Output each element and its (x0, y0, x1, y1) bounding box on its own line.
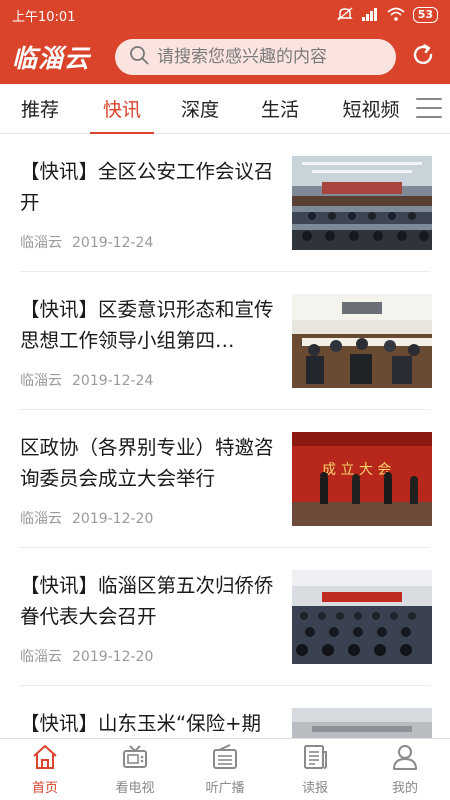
news-title: 区政协（各界别专业）特邀咨询委员会成立大会举行 (20, 436, 274, 490)
news-title: 【快讯】区委意识形态和宣传思想工作领导小组第四… (20, 298, 274, 352)
news-thumbnail (292, 570, 432, 664)
status-icons: 53 (336, 7, 438, 23)
refresh-button[interactable] (408, 42, 438, 72)
tab-label: 快讯 (102, 99, 141, 121)
tab-label: 短视频 (342, 99, 400, 121)
home-icon (31, 744, 59, 777)
news-thumbnail (292, 708, 432, 738)
wifi-icon (387, 7, 405, 23)
news-item[interactable]: 区政协（各界别专业）特邀咨询委员会成立大会举行 临淄云 2019-12-20 成 … (20, 410, 432, 548)
nav-label: 首页 (31, 780, 58, 796)
news-source: 临淄云 (20, 649, 62, 665)
news-thumbnail (292, 156, 432, 250)
tab-news-flash[interactable]: 快讯 (84, 84, 160, 134)
tab-life[interactable]: 生活 (252, 84, 308, 134)
tab-short-video[interactable]: 短视频 (334, 84, 408, 134)
mute-icon (336, 7, 353, 23)
status-time: 上午10:01 (12, 9, 76, 25)
news-title: 【快讯】全区公安工作会议召开 (20, 160, 274, 214)
news-source: 临淄云 (20, 373, 62, 389)
tab-label: 推荐 (20, 99, 59, 121)
bottom-navigation: 首页 看电视 听广播 读报 我的 (0, 738, 450, 800)
radio-icon (211, 743, 239, 777)
news-title: 【快讯】山东玉米“保险+期 (20, 712, 261, 735)
news-item[interactable]: 【快讯】山东玉米“保险+期 (20, 686, 432, 738)
app-header: 临淄云 (0, 30, 450, 84)
battery-indicator: 53 (412, 7, 438, 23)
tab-label: 深度 (180, 99, 219, 121)
news-thumbnail: 成 立 大 会 (292, 432, 432, 526)
news-date: 2019-12-24 (72, 235, 154, 251)
nav-radio[interactable]: 听广播 (180, 739, 270, 800)
nav-newspaper[interactable]: 读报 (270, 739, 360, 800)
nav-label: 我的 (391, 780, 418, 796)
search-bar[interactable] (115, 39, 397, 75)
nav-label: 读报 (301, 780, 328, 796)
news-thumbnail (292, 294, 432, 388)
search-icon (129, 45, 149, 69)
news-item[interactable]: 【快讯】区委意识形态和宣传思想工作领导小组第四… 临淄云 2019-12-24 (20, 272, 432, 410)
tv-icon (121, 744, 149, 777)
signal-icon (361, 7, 379, 23)
news-item[interactable]: 【快讯】全区公安工作会议召开 临淄云 2019-12-24 (20, 134, 432, 272)
status-bar: 上午10:01 53 (0, 0, 450, 30)
news-title: 【快讯】临淄区第五次归侨侨眷代表大会召开 (20, 574, 274, 628)
channel-tab-bar: 推荐 快讯 深度 生活 短视频 (0, 84, 450, 134)
newspaper-icon (301, 744, 329, 777)
nav-tv[interactable]: 看电视 (90, 739, 180, 800)
news-date: 2019-12-24 (72, 373, 154, 389)
profile-icon (391, 744, 419, 777)
nav-label: 看电视 (115, 780, 155, 796)
tab-in-depth[interactable]: 深度 (172, 84, 228, 134)
news-date: 2019-12-20 (72, 511, 154, 527)
nav-profile[interactable]: 我的 (360, 739, 450, 800)
news-date: 2019-12-20 (72, 649, 154, 665)
news-meta: 临淄云 2019-12-20 (20, 646, 153, 666)
tab-label: 生活 (260, 99, 299, 121)
refresh-icon (410, 42, 436, 72)
news-meta: 临淄云 2019-12-24 (20, 232, 153, 252)
menu-icon (416, 98, 442, 118)
news-meta: 临淄云 2019-12-24 (20, 370, 153, 390)
nav-home[interactable]: 首页 (0, 739, 90, 800)
tab-recommend[interactable]: 推荐 (12, 84, 68, 134)
app-logo: 临淄云 (12, 44, 91, 73)
channel-menu-button[interactable] (416, 98, 442, 120)
news-source: 临淄云 (20, 511, 62, 527)
search-input[interactable] (157, 47, 388, 67)
news-item[interactable]: 【快讯】临淄区第五次归侨侨眷代表大会召开 临淄云 2019-12-20 (20, 548, 432, 686)
news-source: 临淄云 (20, 235, 62, 251)
news-list[interactable]: 【快讯】全区公安工作会议召开 临淄云 2019-12-24 【快讯】区委意识形态和… (0, 134, 450, 738)
nav-label: 听广播 (205, 780, 245, 796)
news-meta: 临淄云 2019-12-20 (20, 508, 153, 528)
